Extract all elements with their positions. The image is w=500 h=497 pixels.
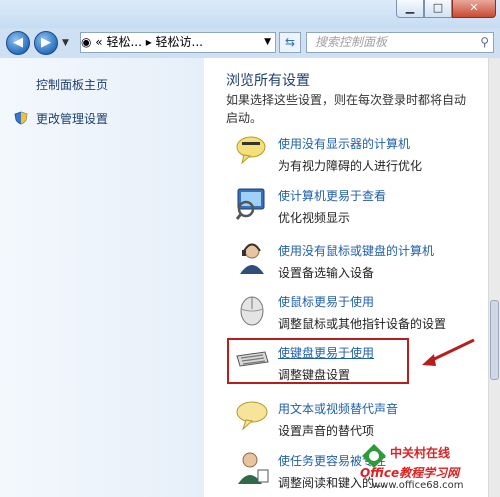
list-item[interactable]: 使鼠标更易于使用 调整鼠标或其他指针设备的设置 — [234, 291, 474, 337]
watermark-line2: Office教程学习网 — [360, 466, 460, 480]
scrollbar-thumb[interactable] — [490, 300, 499, 380]
recent-pages-dropdown[interactable]: ▼ — [62, 38, 69, 48]
watermark: 中关村在线 Office教程学习网 www.office68.com — [360, 442, 490, 494]
item-description: 优化视频显示 — [278, 211, 351, 225]
control-panel-home-link[interactable]: 控制面板主页 — [36, 76, 108, 93]
list-item[interactable]: 用文本或视频替代声音 设置声音的替代项 — [234, 398, 474, 444]
item-description: 设置备选输入设备 — [278, 266, 375, 280]
shield-icon — [14, 110, 28, 125]
list-item[interactable]: 使用没有鼠标或键盘的计算机 设置备选输入设备 — [234, 240, 474, 286]
address-text: ◉ « 轻松... ▸ 轻松访... — [81, 35, 203, 49]
maximize-button[interactable]: □ — [424, 0, 452, 18]
search-icon[interactable]: ⚲ — [480, 33, 489, 52]
change-admin-settings-link[interactable]: 更改管理设置 — [36, 110, 108, 127]
highlight-box — [227, 338, 409, 384]
minimize-button[interactable]: ▁ — [396, 0, 424, 18]
window-controls: ▁ □ ✕ — [396, 0, 496, 18]
person-task-icon — [234, 450, 270, 486]
list-item[interactable]: 使计算机更易于查看 优化视频显示 — [234, 185, 474, 231]
item-description: 调整鼠标或其他指针设备的设置 — [278, 317, 447, 331]
arrow-right-icon: ▶ — [41, 35, 51, 50]
arrow-left-icon: ◀ — [13, 35, 23, 50]
item-link[interactable]: 使计算机更易于查看 — [278, 187, 386, 204]
back-button[interactable]: ◀ — [6, 31, 30, 55]
item-link[interactable]: 用文本或视频替代声音 — [278, 400, 398, 417]
monitor-magnifier-icon — [234, 185, 270, 221]
watermark-line1: 中关村在线 — [390, 446, 451, 460]
item-link[interactable]: 使鼠标更易于使用 — [278, 293, 374, 310]
search-input[interactable]: 搜索控制面板 ⚲ — [306, 32, 494, 53]
watermark-line3: www.office68.com — [372, 480, 464, 491]
chevron-down-icon[interactable]: ▼ — [264, 33, 271, 52]
red-arrow-icon — [418, 338, 478, 370]
forward-button[interactable]: ▶ — [34, 31, 58, 55]
mouse-icon — [234, 291, 270, 327]
speech-bubble-icon — [234, 133, 270, 169]
person-headset-icon — [234, 240, 270, 276]
navigation-bar: ◀ ▶ ▼ ◉ « 轻松... ▸ 轻松访... ▼ ⇆ 搜索控制面板 ⚲ — [0, 28, 500, 58]
close-button[interactable]: ✕ — [452, 0, 496, 18]
caption-bubble-icon — [234, 398, 270, 434]
page-title: 浏览所有设置 — [226, 73, 310, 89]
refresh-button[interactable]: ⇆ — [279, 32, 301, 53]
title-bar: ▁ □ ✕ — [0, 0, 500, 28]
page-description: 如果选择这些设置，则在每次登录时都将自动启动。 — [226, 93, 467, 125]
search-placeholder: 搜索控制面板 — [315, 35, 388, 49]
item-link[interactable]: 使用没有鼠标或键盘的计算机 — [278, 242, 434, 259]
item-description: 为有视力障碍的人进行优化 — [278, 159, 423, 173]
address-bar[interactable]: ◉ « 轻松... ▸ 轻松访... ▼ — [80, 32, 276, 53]
list-item[interactable]: 使用没有显示器的计算机 为有视力障碍的人进行优化 — [234, 133, 474, 179]
vertical-scrollbar[interactable] — [488, 58, 500, 497]
item-link[interactable]: 使用没有显示器的计算机 — [278, 135, 410, 152]
item-description: 设置声音的替代项 — [278, 424, 375, 438]
